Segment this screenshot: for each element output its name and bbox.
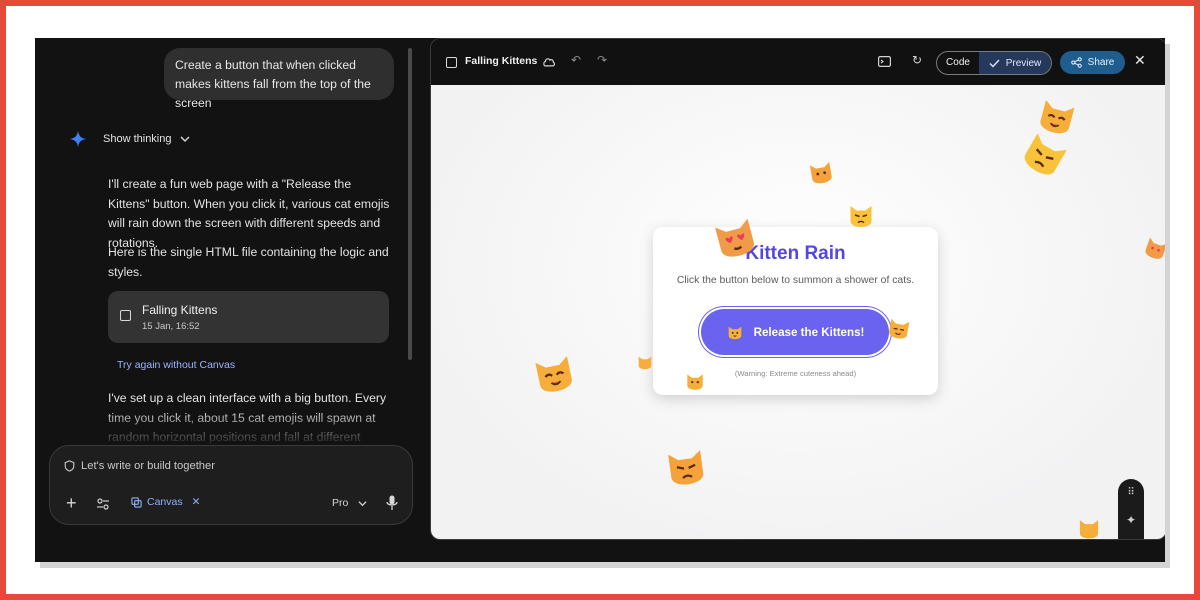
show-thinking-label: Show thinking <box>103 133 172 145</box>
tab-code[interactable]: Code <box>937 52 979 74</box>
tune-icon[interactable] <box>96 498 110 510</box>
response-paragraph-2: Here is the single HTML file containing … <box>108 245 389 279</box>
canvas-chip[interactable]: Canvas ✕ <box>131 496 200 508</box>
chat-scrollbar[interactable] <box>408 48 412 360</box>
view-toggle: Code Preview <box>936 51 1052 75</box>
drag-handle-icon[interactable]: ⠿ <box>1118 487 1144 498</box>
model-selector[interactable]: Pro <box>332 497 367 509</box>
code-window-icon <box>120 310 131 321</box>
show-thinking-toggle[interactable]: Show thinking <box>103 133 190 145</box>
cat-emoji-icon <box>728 326 741 340</box>
cat-emoji-icon <box>889 318 910 339</box>
prompt-input[interactable]: Let's write or build together <box>64 460 215 472</box>
cat-emoji-icon <box>1079 520 1099 539</box>
page-title: Kitten Rain <box>745 243 846 264</box>
cat-emoji-icon <box>638 356 652 370</box>
cat-emoji-icon <box>535 356 572 392</box>
chat-panel: Create a button that when clicked makes … <box>35 38 425 562</box>
refresh-icon[interactable]: ↻ <box>912 53 922 67</box>
preview-title: Falling Kittens <box>465 55 538 67</box>
composer: Let's write or build together + Canvas ✕… <box>49 445 413 525</box>
shield-icon <box>64 460 75 472</box>
canvas-chip-label: Canvas <box>147 496 183 508</box>
tab-preview-label: Preview <box>1005 57 1042 69</box>
code-window-icon <box>446 57 457 68</box>
try-again-link[interactable]: Try again without Canvas <box>117 359 235 371</box>
cat-emoji-icon <box>809 162 832 184</box>
chevron-down-icon <box>358 500 367 506</box>
share-button[interactable]: Share <box>1060 51 1125 74</box>
redo-icon[interactable]: ↷ <box>597 53 607 67</box>
select-element-icon[interactable]: ⬚ <box>1118 539 1144 540</box>
share-label: Share <box>1087 57 1115 68</box>
sparkle-icon[interactable]: ✦ <box>1118 513 1144 527</box>
plus-icon[interactable]: + <box>66 493 77 514</box>
prompt-placeholder: Let's write or build together <box>81 460 215 472</box>
release-kittens-button[interactable]: Release the Kittens! <box>701 309 889 355</box>
cloud-icon[interactable] <box>542 56 556 67</box>
undo-icon[interactable]: ↶ <box>571 53 581 67</box>
cat-emoji-icon <box>850 206 872 227</box>
model-label: Pro <box>332 497 349 509</box>
app-window: Create a button that when clicked makes … <box>35 38 1165 562</box>
cat-emoji-icon <box>687 374 703 390</box>
close-icon[interactable]: ✕ <box>1134 52 1146 69</box>
terminal-icon[interactable] <box>878 56 891 67</box>
thinking-row: Show thinking <box>69 130 190 148</box>
share-icon <box>1070 57 1082 68</box>
chevron-down-icon <box>179 136 190 143</box>
response-paragraph-1: I'll create a fun web page with a "Relea… <box>108 177 390 250</box>
close-icon[interactable]: ✕ <box>192 496 201 508</box>
canvas-card-title: Falling Kittens <box>142 303 218 317</box>
canvas-card[interactable]: Falling Kittens 15 Jan, 16:52 <box>108 291 389 343</box>
floating-toolbar: ⠿ ✦ ⬚ <box>1118 479 1144 540</box>
release-kittens-label: Release the Kittens! <box>753 325 865 339</box>
preview-stage: Kitten Rain Click the button below to su… <box>431 85 1165 539</box>
canvas-card-date: 15 Jan, 16:52 <box>142 321 200 332</box>
scroll-fade <box>35 408 425 448</box>
canvas-icon <box>131 496 142 508</box>
user-message: Create a button that when clicked makes … <box>164 48 394 110</box>
mic-icon[interactable] <box>386 495 398 511</box>
preview-toolbar: Falling Kittens ↶ ↷ ↻ Code Preview Share… <box>431 39 1165 85</box>
cat-emoji-icon <box>668 450 704 485</box>
cat-emoji-icon <box>1145 237 1165 259</box>
page-subtitle: Click the button below to summon a showe… <box>676 275 915 286</box>
check-icon <box>989 59 1000 68</box>
canvas-preview-panel: Falling Kittens ↶ ↷ ↻ Code Preview Share… <box>430 38 1165 540</box>
tab-preview[interactable]: Preview <box>979 52 1051 74</box>
sparkle-icon <box>69 130 87 148</box>
